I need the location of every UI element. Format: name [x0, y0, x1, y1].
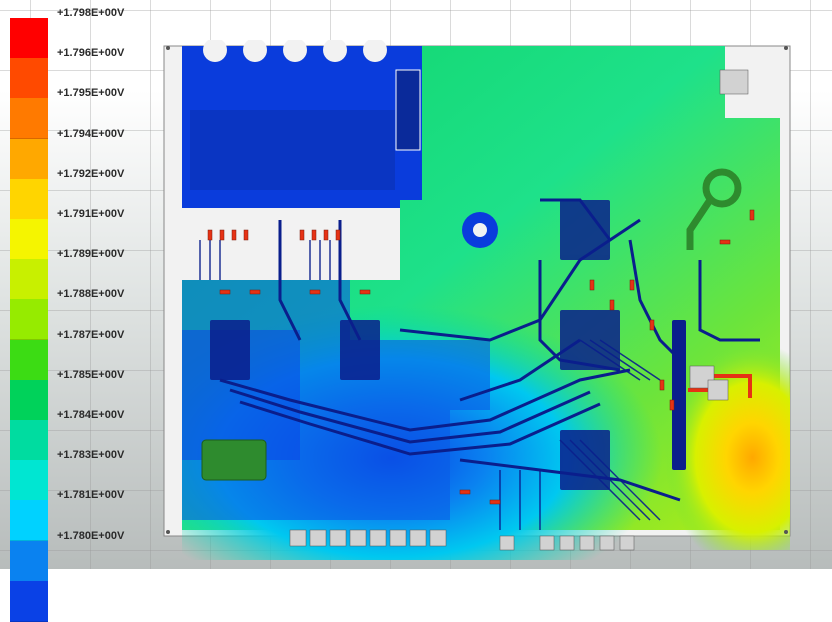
green-component	[201, 439, 267, 481]
legend-swatch	[10, 420, 48, 461]
pcb-voltage-map	[160, 38, 800, 569]
legend-label: +1.794E+00V	[57, 127, 125, 140]
legend-swatch	[10, 138, 48, 180]
legend-swatch	[10, 339, 48, 381]
legend-label: +1.784E+00V	[57, 409, 125, 421]
legend-label: +1.780E+00V	[57, 529, 125, 542]
legend-swatch	[10, 58, 48, 100]
legend-label: +1.792E+00V	[57, 167, 125, 180]
pcb-canvas	[163, 38, 791, 560]
legend-label: +1.789E+00V	[57, 248, 125, 261]
legend-swatch	[10, 219, 48, 260]
legend-swatch	[10, 580, 48, 622]
legend-label: +1.798E+00V	[57, 7, 125, 19]
legend-label: +1.795E+00V	[57, 87, 125, 100]
legend-label: +1.785E+00V	[57, 368, 125, 381]
legend-swatch	[10, 460, 48, 502]
legend-swatch	[10, 259, 48, 301]
legend-swatch	[10, 98, 48, 140]
legend-swatch	[10, 500, 48, 542]
legend-swatch	[10, 178, 48, 220]
legend-label: +1.791E+00V	[57, 208, 125, 220]
color-legend: +1.798E+00V +1.796E+00V +1.795E+00V +1.794E…	[0, 0, 160, 622]
legend-label: +1.788E+00V	[57, 288, 125, 301]
legend-swatch	[10, 299, 48, 341]
legend-label: +1.781E+00V	[57, 489, 125, 502]
legend-swatch	[10, 540, 48, 582]
legend-swatch	[10, 18, 48, 59]
legend-label: +1.783E+00V	[57, 449, 125, 462]
legend-label: +1.796E+00V	[57, 47, 125, 60]
high-voltage-region	[540, 220, 790, 550]
legend-label: +1.787E+00V	[57, 328, 125, 341]
legend-swatch	[10, 379, 48, 421]
